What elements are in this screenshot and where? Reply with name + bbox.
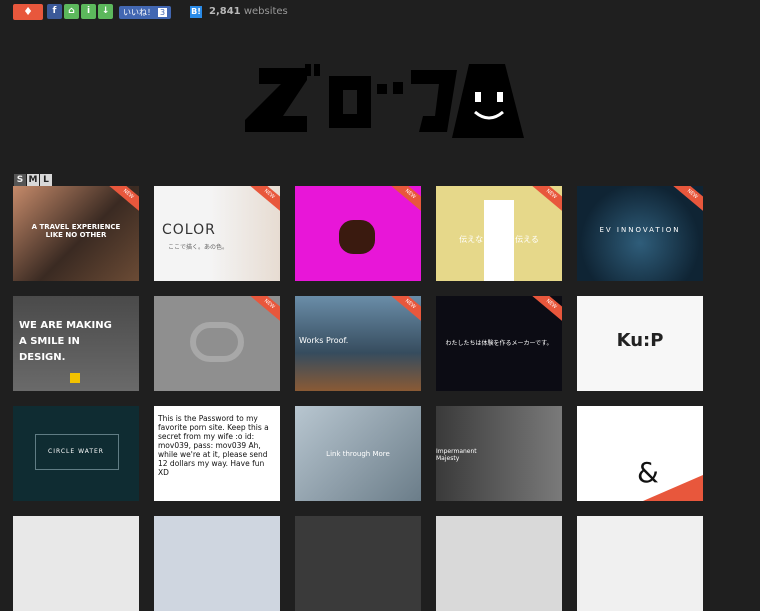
new-badge: NEW (668, 186, 703, 216)
home-icon[interactable]: ⌂ (64, 4, 79, 19)
new-badge: NEW (386, 296, 421, 326)
new-badge: NEW (527, 186, 562, 216)
thumb-construction[interactable]: Link through More (295, 406, 421, 501)
thumb-password[interactable]: This is the Password to my favorite porn… (154, 406, 280, 501)
thumb-text: A TRAVEL EXPERIENCE LIKE NO OTHER (31, 223, 121, 239)
site-logo[interactable] (243, 62, 524, 140)
new-badge: NEW (527, 296, 562, 326)
thumb-row4-2[interactable] (154, 516, 280, 611)
thumb-brick[interactable]: NEW (154, 296, 280, 391)
info-icon[interactable]: i (81, 4, 96, 19)
thumb-row4-1[interactable] (13, 516, 139, 611)
site-count: 2,841 websites (209, 6, 288, 17)
thumb-ev-innovation[interactable]: EV INNOVATION NEW (577, 186, 703, 281)
size-s-button[interactable]: S (14, 174, 26, 186)
tag-button[interactable]: ♦ (13, 4, 43, 20)
tag-icon: ♦ (23, 5, 33, 18)
site-count-suffix: websites (240, 6, 288, 17)
size-m-button[interactable]: M (27, 174, 39, 186)
thumb-text: 伝えないモノを伝える (459, 235, 539, 244)
thumb-ampersand[interactable]: & (577, 406, 703, 501)
relief-shape (190, 322, 244, 362)
new-badge: NEW (386, 186, 421, 216)
like-count: 3 (158, 8, 168, 17)
thumb-text: Works Proof. (299, 336, 349, 345)
thumb-magenta[interactable]: NEW (295, 186, 421, 281)
hatena-bookmark-icon[interactable]: B! (190, 6, 202, 18)
thumb-making-smile[interactable]: WE ARE MAKING A SMILE IN DESIGN. (13, 296, 139, 391)
thumb-dark-people[interactable]: わたしたちは体験を作るメーカーです。 NEW (436, 296, 562, 391)
thumb-travel-experience[interactable]: A TRAVEL EXPERIENCE LIKE NO OTHER NEW (13, 186, 139, 281)
thumb-text: Impermanent Majesty (436, 448, 477, 462)
thumb-text: WE ARE MAKING A SMILE IN DESIGN. (19, 320, 112, 363)
thumb-text: This is the Password to my favorite porn… (158, 414, 269, 477)
yellow-icon (70, 373, 80, 383)
like-button[interactable]: いいね！ 3 (119, 6, 172, 19)
thumb-query[interactable]: 伝えないモノを伝える NEW (436, 186, 562, 281)
thumb-subtext: ここで描く。あの色。 (168, 244, 229, 251)
thumb-text: EV INNOVATION (599, 226, 681, 234)
new-badge: NEW (245, 186, 280, 216)
thumb-kup[interactable]: Ku:P (577, 296, 703, 391)
size-switcher: SML (14, 167, 53, 186)
corner-accent (643, 475, 703, 501)
thumb-row4-4[interactable] (436, 516, 562, 611)
thumb-color[interactable]: COLOR ここで描く。あの色。 NEW (154, 186, 280, 281)
thumb-circle-water[interactable]: CIRCLE WATER (13, 406, 139, 501)
facebook-icon[interactable]: f (47, 4, 62, 19)
thumb-portrait[interactable]: Impermanent Majesty (436, 406, 562, 501)
new-badge: NEW (245, 296, 280, 326)
thumb-row4-3[interactable] (295, 516, 421, 611)
thumb-row4-5[interactable] (577, 516, 703, 611)
size-l-button[interactable]: L (40, 174, 52, 186)
download-icon[interactable]: ↓ (98, 4, 113, 19)
thumb-text: Ku:P (616, 330, 664, 351)
like-label: いいね！ (123, 8, 155, 17)
thumb-works-proof[interactable]: Works Proof. NEW (295, 296, 421, 391)
thumb-text: CIRCLE WATER (48, 448, 104, 455)
site-count-number: 2,841 (209, 6, 241, 17)
illustration (339, 220, 375, 254)
thumb-text: Link through More (326, 450, 390, 458)
new-badge: NEW (104, 186, 139, 216)
thumb-text: わたしたちは体験を作るメーカーです。 (445, 340, 553, 347)
thumb-text: COLOR (162, 222, 216, 238)
top-toolbar: ♦ f ⌂ i ↓ いいね！ 3 B! 2,841 websites (0, 0, 760, 22)
